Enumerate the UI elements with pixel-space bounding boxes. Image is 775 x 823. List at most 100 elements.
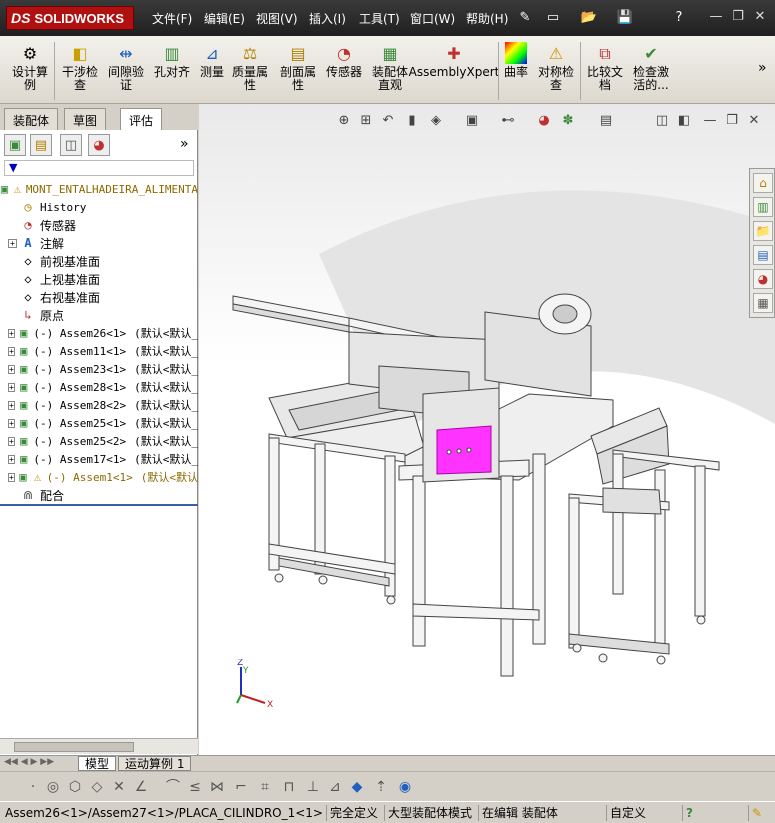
home-icon[interactable]: ⌂ bbox=[753, 173, 773, 193]
tab-motion-study[interactable]: 运动算例 1 bbox=[118, 756, 192, 771]
tree-item-origin[interactable]: ↳ 原点 bbox=[0, 306, 198, 324]
property-manager-tab-icon[interactable]: ▤ bbox=[30, 134, 52, 156]
menu-edit[interactable]: 编辑(E) bbox=[204, 10, 245, 27]
assemblyxpert-button[interactable]: ✚ AssemblyXpert bbox=[409, 42, 500, 79]
scrollbar-thumb[interactable] bbox=[14, 742, 134, 752]
tree-root[interactable]: ▣ ⚠ MONT_ENTALHADEIRA_ALIMENTA bbox=[0, 180, 198, 198]
dimension-icon[interactable]: ⌗ bbox=[256, 778, 274, 796]
measure-button[interactable]: ⊿ 测量 bbox=[196, 42, 228, 79]
expand-icon[interactable]: + bbox=[8, 400, 15, 410]
tree-item-right-plane[interactable]: ◇ 右视基准面 bbox=[0, 288, 198, 306]
menu-file[interactable]: 文件(F) bbox=[152, 10, 192, 27]
restore-button[interactable]: ❐ bbox=[728, 8, 748, 26]
sensor-button[interactable]: ◔ 传感器 bbox=[322, 42, 366, 79]
reference-icon[interactable]: ⇡ bbox=[372, 778, 390, 796]
menu-insert[interactable]: 插入(I) bbox=[309, 10, 346, 27]
menu-help[interactable]: 帮助(H) bbox=[466, 10, 508, 27]
circle-icon[interactable]: ◎ bbox=[44, 778, 62, 796]
tree-component[interactable]: + ▣ (-) Assem26<1> (默认<默认_ bbox=[0, 324, 198, 342]
tab-scroll-icons[interactable]: ◀◀ ◀ ▶ ▶▶ bbox=[4, 757, 54, 767]
measure-angle-icon[interactable]: ⊿ bbox=[326, 778, 344, 796]
design-study-button[interactable]: ⚙ 设计算例 bbox=[8, 42, 52, 92]
assembly-visualization-button[interactable]: ▦ 装配体直观 bbox=[368, 42, 412, 92]
configuration-tab-icon[interactable]: ◫ bbox=[60, 134, 82, 156]
tree-item-top-plane[interactable]: ◇ 上视基准面 bbox=[0, 270, 198, 288]
expand-icon[interactable]: + bbox=[8, 472, 15, 482]
tree-horizontal-scrollbar[interactable] bbox=[0, 738, 198, 754]
tab-evaluate[interactable]: 评估 bbox=[120, 108, 163, 130]
tree-item-annotations[interactable]: + A 注解 bbox=[0, 234, 198, 252]
status-units[interactable]: 自定义 bbox=[606, 805, 649, 821]
help-icon[interactable]: ? bbox=[670, 9, 688, 27]
point-icon[interactable]: · bbox=[24, 778, 42, 796]
interference-check-button[interactable]: ◧ 干涉检查 bbox=[58, 42, 102, 92]
new-document-icon[interactable]: ▭ bbox=[544, 9, 562, 27]
menu-tools[interactable]: 工具(T) bbox=[359, 10, 400, 27]
solidworks-logo[interactable]: DS SOLIDWORKS bbox=[6, 6, 134, 30]
trim-icon[interactable]: ✕ bbox=[110, 778, 128, 796]
curvature-button[interactable]: 曲率 bbox=[500, 42, 532, 79]
display-manager-tab-icon[interactable]: ◕ bbox=[88, 134, 110, 156]
smart-dimension-icon[interactable]: ⊓ bbox=[280, 778, 298, 796]
file-explorer-icon[interactable]: 📁 bbox=[753, 221, 773, 241]
expand-icon[interactable]: + bbox=[8, 436, 15, 446]
custom-properties-icon[interactable]: ▦ bbox=[753, 293, 773, 313]
tree-component[interactable]: + ▣ (-) Assem28<1> (默认<默认_ bbox=[0, 378, 198, 396]
tab-sketch[interactable]: 草图 bbox=[64, 108, 107, 130]
tree-component[interactable]: + ▣ (-) Assem25<2> (默认<默认_ bbox=[0, 432, 198, 450]
save-icon[interactable]: 💾 bbox=[616, 9, 634, 27]
corner-icon[interactable]: ⌐ bbox=[232, 778, 250, 796]
view-palette-icon[interactable]: ▤ bbox=[753, 245, 773, 265]
design-library-icon[interactable]: ▥ bbox=[753, 197, 773, 217]
mass-properties-button[interactable]: ⚖ 质量属性 bbox=[230, 42, 270, 92]
mirror-icon[interactable]: ⋈ bbox=[208, 778, 226, 796]
tree-component-warning[interactable]: + ▣ ⚠ (-) Assem1<1> (默认<默认 bbox=[0, 468, 198, 486]
expand-panel-icon[interactable]: » bbox=[180, 136, 189, 152]
expand-icon[interactable]: + bbox=[8, 454, 15, 464]
diamond-icon[interactable]: ◇ bbox=[88, 778, 106, 796]
appearances-icon[interactable]: ◕ bbox=[753, 269, 773, 289]
expand-icon[interactable]: + bbox=[8, 346, 15, 356]
graphics-area[interactable]: ⊕ ⊞ ↶ ▮ ◈ ▣ ⊷ ◕ ✽ ▤ ◫ ◧ — ❐ ✕ ⌂ ▥ 📁 ▤ ◕ … bbox=[199, 104, 775, 755]
minimize-button[interactable]: — bbox=[706, 8, 726, 26]
more-commands-icon[interactable]: » bbox=[758, 60, 767, 76]
tree-item-mates[interactable]: ⋒ 配合 bbox=[0, 486, 198, 504]
assembly-model-view[interactable] bbox=[199, 104, 775, 755]
solid-icon[interactable]: ◆ bbox=[348, 778, 366, 796]
tree-component[interactable]: + ▣ (-) Assem17<1> (默认<默认_ bbox=[0, 450, 198, 468]
relation-icon[interactable]: ⊥ bbox=[304, 778, 322, 796]
tree-item-history[interactable]: ◷ History bbox=[0, 198, 198, 216]
tab-assembly[interactable]: 装配体 bbox=[4, 108, 59, 130]
tree-item-front-plane[interactable]: ◇ 前视基准面 bbox=[0, 252, 198, 270]
sketch-fillet-icon[interactable]: ⌒ bbox=[164, 778, 182, 796]
offset-icon[interactable]: ≤ bbox=[186, 778, 204, 796]
compare-documents-button[interactable]: ⧉ 比较文档 bbox=[584, 42, 626, 92]
check-active-button[interactable]: ✔ 检查激活的... bbox=[628, 42, 674, 92]
view-camera-icon[interactable]: ◉ bbox=[396, 778, 414, 796]
expand-icon[interactable]: + bbox=[8, 328, 15, 338]
help-icon[interactable]: ? bbox=[682, 805, 696, 821]
tree-component[interactable]: + ▣ (-) Assem28<2> (默认<默认_ bbox=[0, 396, 198, 414]
open-folder-icon[interactable]: 📂 bbox=[580, 9, 598, 27]
expand-icon[interactable]: + bbox=[8, 238, 17, 248]
section-properties-button[interactable]: ▤ 剖面属性 bbox=[276, 42, 320, 92]
pin-icon[interactable]: ✎ bbox=[516, 9, 534, 27]
symmetry-check-button[interactable]: ⚠ 对称检查 bbox=[534, 42, 578, 92]
tree-component[interactable]: + ▣ (-) Assem25<1> (默认<默认_ bbox=[0, 414, 198, 432]
menu-window[interactable]: 窗口(W) bbox=[410, 10, 455, 27]
notification-icon[interactable]: ✎ bbox=[748, 805, 765, 821]
menu-view[interactable]: 视图(V) bbox=[256, 10, 298, 27]
expand-icon[interactable]: + bbox=[8, 364, 15, 374]
tree-component[interactable]: + ▣ (-) Assem11<1> (默认<默认_ bbox=[0, 342, 198, 360]
expand-icon[interactable]: + bbox=[8, 382, 15, 392]
feature-tree-tab-icon[interactable]: ▣ bbox=[4, 134, 26, 156]
tree-component[interactable]: + ▣ (-) Assem23<1> (默认<默认_ bbox=[0, 360, 198, 378]
expand-icon[interactable]: + bbox=[8, 418, 15, 428]
polygon-icon[interactable]: ⬡ bbox=[66, 778, 84, 796]
hole-alignment-button[interactable]: ▥ 孔对齐 bbox=[150, 42, 194, 79]
tab-model[interactable]: 模型 bbox=[78, 756, 117, 771]
tree-item-sensors[interactable]: ◔ 传感器 bbox=[0, 216, 198, 234]
clearance-verification-button[interactable]: ⇹ 间隙验证 bbox=[104, 42, 148, 92]
tree-filter[interactable]: ▼ bbox=[4, 160, 194, 176]
close-button[interactable]: ✕ bbox=[750, 8, 770, 26]
